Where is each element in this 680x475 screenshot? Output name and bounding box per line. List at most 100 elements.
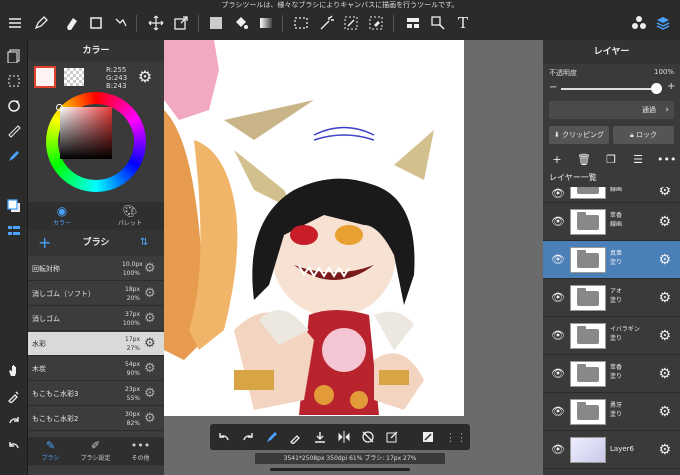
- tab-palette[interactable]: 🎨︎ パレット: [96, 204, 164, 230]
- layer-row[interactable]: 👁︎ イバラギン 塗り ⚙: [543, 317, 680, 355]
- move-icon[interactable]: [145, 13, 167, 33]
- undo-button-icon[interactable]: [214, 427, 234, 447]
- layer-settings-gear-icon[interactable]: ⚙: [658, 289, 671, 307]
- clipping-button[interactable]: ⬇ クリッピング: [549, 126, 609, 144]
- layer-row[interactable]: 👁︎ アオ 塗り ⚙: [543, 279, 680, 317]
- visibility-eye-icon[interactable]: 👁︎: [549, 187, 567, 201]
- layer-settings-gear-icon[interactable]: ⚙: [658, 327, 671, 345]
- visibility-eye-icon[interactable]: 👁︎: [549, 405, 567, 419]
- stabilizer-icon[interactable]: [262, 427, 282, 447]
- layers-icon[interactable]: [652, 13, 674, 33]
- eraser-icon[interactable]: [60, 13, 82, 33]
- opacity-slider-track[interactable]: [561, 88, 657, 90]
- select-eraser-icon[interactable]: [365, 13, 387, 33]
- pen-tool-icon[interactable]: [30, 13, 52, 33]
- selection-icon[interactable]: [3, 71, 25, 91]
- snap-off-icon[interactable]: [358, 427, 378, 447]
- color-swatch-icon[interactable]: [3, 196, 25, 216]
- color-picker-cursor[interactable]: [56, 104, 63, 111]
- rectangle-icon[interactable]: [85, 13, 107, 33]
- undo-icon[interactable]: [3, 436, 25, 456]
- sort-icon[interactable]: ⇅: [140, 235, 156, 251]
- brush-row[interactable]: 回転対称 10.0px 100% ⚙: [28, 257, 164, 281]
- import-icon[interactable]: [310, 427, 330, 447]
- redo-icon[interactable]: [3, 411, 25, 431]
- edit-icon[interactable]: [382, 427, 402, 447]
- sub-color-swatch[interactable]: [64, 68, 84, 86]
- duplicate-layer-icon[interactable]: ❐: [603, 152, 619, 168]
- add-brush-icon[interactable]: +: [38, 233, 54, 253]
- bucket-icon[interactable]: [230, 13, 252, 33]
- layer-settings-gear-icon[interactable]: ⚙: [658, 213, 671, 231]
- opacity-minus-icon[interactable]: −: [549, 82, 557, 93]
- add-layer-icon[interactable]: +: [549, 152, 565, 168]
- brush-row[interactable]: 木炭 54px 90% ⚙: [28, 357, 164, 381]
- transform-icon[interactable]: [110, 13, 132, 33]
- ruler-icon[interactable]: [3, 121, 25, 141]
- opacity-plus-icon[interactable]: +: [667, 81, 675, 92]
- drawing-canvas[interactable]: [164, 40, 464, 416]
- brush-settings-gear-icon[interactable]: ⚙: [144, 361, 156, 377]
- layer-row[interactable]: 👁︎ 真衆 塗り ⚙: [543, 241, 680, 279]
- layer-row[interactable]: 👁︎ 線画 ⚙: [543, 187, 680, 203]
- color-settings-gear-icon[interactable]: ⚙: [136, 68, 154, 86]
- brush-row[interactable]: 水彩 17px 27% ⚙: [28, 332, 164, 356]
- layer-settings-gear-icon[interactable]: ⚙: [658, 403, 671, 421]
- brush-settings-gear-icon[interactable]: ⚙: [144, 336, 156, 352]
- eyedropper-icon[interactable]: [3, 386, 25, 406]
- hand-icon[interactable]: [3, 360, 25, 380]
- visibility-eye-icon[interactable]: 👁︎: [549, 253, 567, 267]
- layer-settings-gear-icon[interactable]: ⚙: [658, 441, 671, 459]
- layer-row[interactable]: 👁︎ 萃香 線画 ⚙: [543, 203, 680, 241]
- gradient-icon[interactable]: [255, 13, 277, 33]
- layer-row[interactable]: 👁︎ Layer6 ⚙: [543, 431, 680, 469]
- tab-brush[interactable]: ✎ ブラシ: [28, 439, 73, 462]
- layer-menu-icon[interactable]: ☰: [630, 152, 646, 168]
- lock-button[interactable]: 🔒︎ ロック: [613, 126, 674, 144]
- layer-row[interactable]: 👁︎ 勇牙 塗り ⚙: [543, 393, 680, 431]
- tab-color[interactable]: ◉ カラー: [28, 204, 96, 230]
- fill-color-icon[interactable]: [205, 13, 227, 33]
- visibility-eye-icon[interactable]: 👁︎: [549, 443, 567, 457]
- tab-other[interactable]: ••• その他: [118, 439, 163, 462]
- layer-settings-gear-icon[interactable]: ⚙: [658, 251, 671, 269]
- eyedropper-button-icon[interactable]: [286, 427, 306, 447]
- brush-row[interactable]: もこもこ水彩3 23px 55% ⚙: [28, 382, 164, 406]
- visibility-eye-icon[interactable]: 👁︎: [549, 329, 567, 343]
- brush-settings-gear-icon[interactable]: ⚙: [144, 411, 156, 427]
- menu-icon[interactable]: [4, 13, 26, 33]
- layer-settings-gear-icon[interactable]: ⚙: [658, 365, 671, 383]
- brush-settings-gear-icon[interactable]: ⚙: [144, 286, 156, 302]
- assets-icon[interactable]: [628, 13, 650, 33]
- blend-mode-select[interactable]: 通過 ›: [549, 101, 674, 119]
- opacity-slider-knob[interactable]: [651, 83, 662, 94]
- rotate-icon[interactable]: [3, 96, 25, 116]
- layout-icon[interactable]: [402, 13, 424, 33]
- brush-pen-icon[interactable]: [3, 146, 25, 166]
- select-pen-icon[interactable]: [340, 13, 362, 33]
- brush-row[interactable]: 消しゴム（ソフト） 18px 20% ⚙: [28, 282, 164, 306]
- more-options-icon[interactable]: •••: [657, 152, 676, 168]
- pages-icon[interactable]: [3, 46, 25, 66]
- magic-wand-icon[interactable]: [315, 13, 337, 33]
- selection-rect-icon[interactable]: [290, 13, 312, 33]
- saturation-value-square[interactable]: [60, 107, 112, 159]
- brush-row[interactable]: 消しゴム 37px 100% ⚙: [28, 307, 164, 331]
- visibility-eye-icon[interactable]: 👁︎: [549, 367, 567, 381]
- main-color-swatch[interactable]: [34, 66, 56, 88]
- brush-settings-gear-icon[interactable]: ⚙: [144, 311, 156, 327]
- visibility-eye-icon[interactable]: 👁︎: [549, 215, 567, 229]
- export-icon[interactable]: [170, 13, 192, 33]
- material-icon[interactable]: [418, 427, 438, 447]
- brush-row[interactable]: もこもこ水彩2 30px 82% ⚙: [28, 407, 164, 431]
- tab-brush-settings[interactable]: ✐ ブラシ設定: [73, 439, 118, 462]
- redo-button-icon[interactable]: [238, 427, 258, 447]
- visibility-eye-icon[interactable]: 👁︎: [549, 291, 567, 305]
- layer-settings-gear-icon[interactable]: ⚙: [658, 187, 671, 200]
- text-icon[interactable]: T: [452, 13, 474, 33]
- grid-icon[interactable]: ⋮⋮: [445, 427, 467, 447]
- brush-settings-gear-icon[interactable]: ⚙: [144, 261, 156, 277]
- lasso-select-icon[interactable]: [427, 13, 449, 33]
- delete-layer-icon[interactable]: 🗑︎: [576, 152, 592, 168]
- layer-row[interactable]: 👁︎ 萃香 塗り ⚙: [543, 355, 680, 393]
